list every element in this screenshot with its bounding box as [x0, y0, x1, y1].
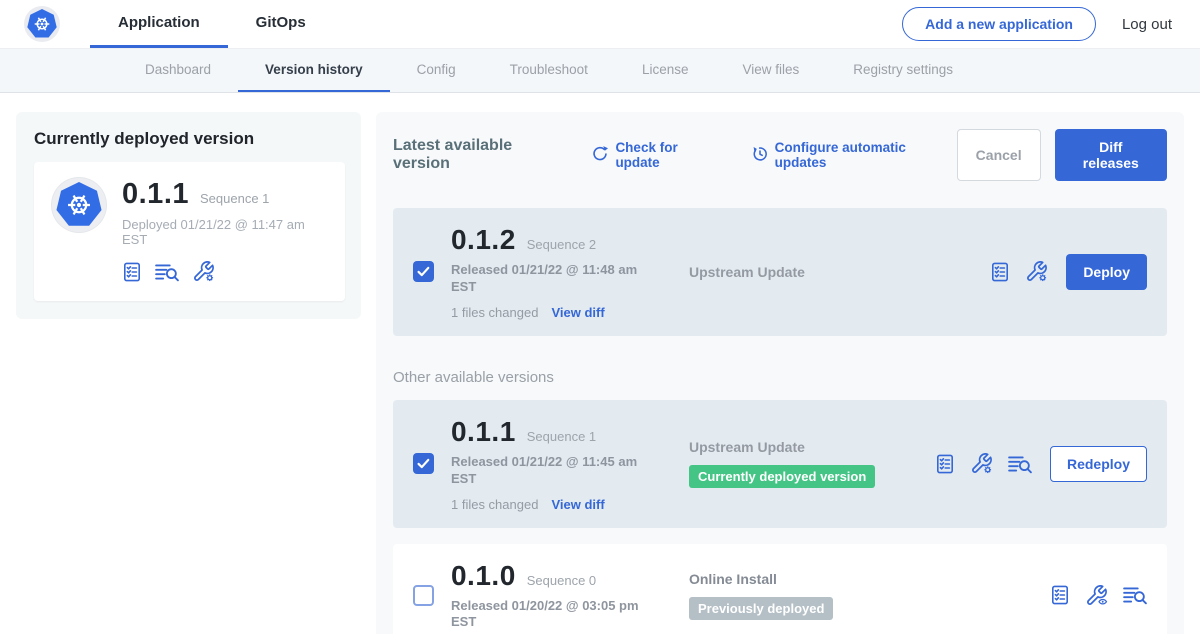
deploy-logs-icon[interactable] [155, 262, 179, 282]
kubernetes-logo-icon [56, 182, 102, 228]
check-for-update-label: Check for update [615, 140, 722, 170]
tab-gitops[interactable]: GitOps [228, 0, 334, 48]
version-info: 0.1.1 Sequence 1 Released 01/21/22 @ 11:… [451, 416, 663, 512]
top-nav-tabs: Application GitOps [90, 0, 334, 48]
diff-releases-button[interactable]: Diff releases [1055, 129, 1167, 181]
deployed-version-info: 0.1.1 Sequence 1 Deployed 01/21/22 @ 11:… [122, 178, 327, 283]
files-changed-label: 1 files changed [451, 305, 538, 320]
view-diff-link[interactable]: View diff [551, 305, 604, 320]
redeploy-button[interactable]: Redeploy [1050, 446, 1147, 482]
version-row-0-1-2: 0.1.2 Sequence 2 Released 01/21/22 @ 11:… [393, 208, 1167, 336]
released-timestamp: Released 01/21/22 @ 11:48 am EST [451, 262, 651, 296]
subtab-registry-settings[interactable]: Registry settings [826, 49, 980, 92]
configure-automatic-updates-label: Configure automatic updates [775, 140, 957, 170]
currently-deployed-panel: Currently deployed version 0.1.1 Sequenc… [16, 112, 361, 319]
version-source-label: Online Install [689, 571, 777, 587]
latest-available-title: Latest available version [393, 137, 569, 173]
preflight-checks-icon[interactable] [935, 454, 955, 474]
sequence-label: Sequence 2 [527, 237, 596, 252]
released-timestamp: Released 01/20/22 @ 03:05 pm EST [451, 598, 651, 632]
version-status: Upstream Update [689, 264, 935, 280]
deployed-timestamp: Deployed 01/21/22 @ 11:47 am EST [122, 217, 327, 247]
version-status: Upstream Update Currently deployed versi… [689, 439, 935, 488]
version-checkbox[interactable] [413, 261, 434, 282]
subtab-license[interactable]: License [615, 49, 716, 92]
check-for-update-link[interactable]: Check for update [591, 140, 722, 170]
version-number: 0.1.1 [451, 416, 516, 448]
app-logo [24, 6, 60, 42]
deployed-version-card: 0.1.1 Sequence 1 Deployed 01/21/22 @ 11:… [34, 162, 345, 301]
app-sub-nav: Dashboard Version history Config Trouble… [0, 49, 1200, 93]
version-number: 0.1.0 [451, 560, 516, 592]
available-versions-panel: Latest available version Check for updat… [376, 112, 1184, 634]
previously-deployed-badge: Previously deployed [689, 597, 833, 620]
edit-config-icon[interactable] [970, 452, 993, 475]
edit-config-icon[interactable] [1025, 260, 1048, 283]
deploy-logs-icon[interactable] [1008, 454, 1032, 474]
preflight-checks-icon[interactable] [1050, 585, 1070, 605]
cancel-button[interactable]: Cancel [957, 129, 1041, 181]
version-source-label: Upstream Update [689, 439, 805, 455]
refresh-icon [591, 145, 609, 166]
version-checkbox[interactable] [413, 585, 434, 606]
version-checkbox[interactable] [413, 453, 434, 474]
edit-config-icon[interactable] [192, 260, 215, 283]
configure-automatic-updates-link[interactable]: Configure automatic updates [751, 140, 957, 170]
deploy-button[interactable]: Deploy [1066, 254, 1147, 290]
top-nav-right: Add a new application Log out [902, 0, 1200, 48]
deployed-version-number: 0.1.1 [122, 178, 189, 211]
version-row-0-1-0: 0.1.0 Sequence 0 Released 01/20/22 @ 03:… [393, 544, 1167, 634]
version-info: 0.1.2 Sequence 2 Released 01/21/22 @ 11:… [451, 224, 663, 320]
deploy-logs-icon[interactable] [1123, 585, 1147, 605]
main-content: Currently deployed version 0.1.1 Sequenc… [0, 93, 1200, 634]
add-new-application-button[interactable]: Add a new application [902, 7, 1096, 41]
version-info: 0.1.0 Sequence 0 Released 01/20/22 @ 03:… [451, 560, 663, 632]
version-source-label: Upstream Update [689, 264, 805, 280]
sequence-label: Sequence 1 [527, 429, 596, 444]
other-available-versions-title: Other available versions [393, 369, 1167, 386]
subtab-troubleshoot[interactable]: Troubleshoot [483, 49, 615, 92]
currently-deployed-title: Currently deployed version [34, 129, 345, 149]
deployed-app-logo [52, 178, 106, 232]
version-row-0-1-1: 0.1.1 Sequence 1 Released 01/21/22 @ 11:… [393, 400, 1167, 528]
available-versions-header: Latest available version Check for updat… [393, 129, 1167, 181]
version-status: Online Install Previously deployed [689, 571, 935, 620]
subtab-config[interactable]: Config [390, 49, 483, 92]
top-nav: Application GitOps Add a new application… [0, 0, 1200, 49]
view-diff-link[interactable]: View diff [551, 497, 604, 512]
version-number: 0.1.2 [451, 224, 516, 256]
view-config-icon[interactable] [1085, 584, 1108, 607]
currently-deployed-badge: Currently deployed version [689, 465, 875, 488]
subtab-view-files[interactable]: View files [715, 49, 826, 92]
clock-refresh-icon [751, 145, 769, 166]
logout-link[interactable]: Log out [1122, 16, 1172, 33]
subtab-version-history[interactable]: Version history [238, 49, 390, 92]
preflight-checks-icon[interactable] [990, 262, 1010, 282]
preflight-checks-icon[interactable] [122, 262, 142, 282]
deployed-sequence-label: Sequence 1 [200, 191, 269, 206]
kubernetes-logo-icon [27, 9, 57, 39]
sequence-label: Sequence 0 [527, 573, 596, 588]
released-timestamp: Released 01/21/22 @ 11:45 am EST [451, 454, 651, 488]
files-changed-label: 1 files changed [451, 497, 538, 512]
subtab-dashboard[interactable]: Dashboard [118, 49, 238, 92]
tab-application[interactable]: Application [90, 0, 228, 48]
